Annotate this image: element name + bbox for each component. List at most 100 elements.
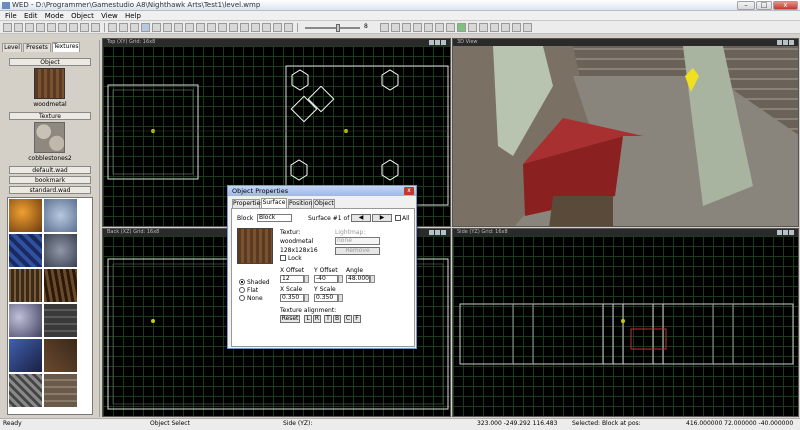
add-icon[interactable] (457, 23, 466, 32)
close-button[interactable]: x (773, 1, 798, 10)
xoffset-spinner[interactable] (304, 275, 309, 283)
align-center-button[interactable]: C (344, 315, 352, 323)
solid-icon[interactable] (273, 23, 282, 32)
sprite-icon[interactable] (435, 23, 444, 32)
unhide-icon[interactable] (512, 23, 521, 32)
tab-object[interactable]: Object (313, 199, 335, 208)
texture-tile[interactable] (9, 374, 42, 407)
texture-tile[interactable] (9, 269, 42, 302)
none-radio[interactable] (239, 295, 245, 301)
align-top-button[interactable]: T (324, 315, 332, 323)
ungroup-icon[interactable] (490, 23, 499, 32)
yscale-input[interactable]: 0.350 (314, 294, 338, 302)
texture-tile[interactable] (9, 199, 42, 232)
pan-icon[interactable] (218, 23, 227, 32)
shaded-radio[interactable] (239, 279, 245, 285)
build-icon[interactable] (108, 23, 117, 32)
vertex-icon[interactable] (185, 23, 194, 32)
menu-view[interactable]: View (101, 11, 118, 21)
maximize-button[interactable]: □ (756, 1, 772, 10)
grid-icon[interactable] (229, 23, 238, 32)
new-icon[interactable] (3, 23, 12, 32)
rotate-icon[interactable] (163, 23, 172, 32)
grid-slider[interactable] (305, 27, 360, 29)
wad-bookmark[interactable]: bookmark (9, 176, 91, 184)
texture-tile[interactable] (44, 199, 77, 232)
texture-tile[interactable] (44, 234, 77, 267)
tab-properties[interactable]: Properties (232, 199, 263, 208)
yscale-spinner[interactable] (338, 294, 343, 302)
surface-texture-preview[interactable] (237, 228, 273, 264)
center-icon[interactable] (251, 23, 260, 32)
texture-tile[interactable] (44, 339, 77, 372)
prev-surface-button[interactable]: ◀ (351, 214, 371, 222)
object-select-icon[interactable] (141, 23, 150, 32)
tab-position[interactable]: Position (288, 199, 312, 208)
minimize-button[interactable]: – (737, 1, 755, 10)
menu-file[interactable]: File (5, 11, 17, 21)
menu-mode[interactable]: Mode (45, 11, 64, 21)
texture-tile[interactable] (9, 339, 42, 372)
snap-icon[interactable] (240, 23, 249, 32)
sound-icon[interactable] (402, 23, 411, 32)
lightmap-input[interactable]: none (335, 237, 380, 245)
viewport-side[interactable]: Side (YZ) Grid: 16x8 (452, 228, 799, 417)
menu-object[interactable]: Object (71, 11, 94, 21)
wad-standard[interactable]: standard.wad (9, 186, 91, 194)
cut-icon[interactable] (36, 23, 45, 32)
texture-tile[interactable] (9, 304, 42, 337)
xscale-spinner[interactable] (304, 294, 309, 302)
lock-checkbox[interactable] (280, 255, 286, 261)
face-icon[interactable] (196, 23, 205, 32)
align-reset-button[interactable]: Reset (280, 315, 300, 323)
copy-icon[interactable] (47, 23, 56, 32)
tab-surface[interactable]: Surface (261, 198, 287, 208)
light-icon[interactable] (391, 23, 400, 32)
align-fit-button[interactable]: F (353, 315, 361, 323)
undo-icon[interactable] (69, 23, 78, 32)
prefab-icon[interactable] (468, 23, 477, 32)
scale-icon[interactable] (174, 23, 183, 32)
all-checkbox[interactable] (395, 215, 401, 221)
tab-presets[interactable]: Presets (23, 43, 51, 52)
align-right-button[interactable]: R (313, 315, 321, 323)
group-icon[interactable] (479, 23, 488, 32)
texture-tile[interactable] (44, 304, 77, 337)
hide-icon[interactable] (501, 23, 510, 32)
xscale-input[interactable]: 0.350 (280, 294, 304, 302)
yoffset-spinner[interactable] (338, 275, 343, 283)
xoffset-input[interactable]: 12 (280, 275, 304, 283)
redo-icon[interactable] (80, 23, 89, 32)
flat-radio[interactable] (239, 287, 245, 293)
menu-edit[interactable]: Edit (24, 11, 38, 21)
texture-tile[interactable] (9, 234, 42, 267)
delete-icon[interactable] (91, 23, 100, 32)
yoffset-input[interactable]: -40 (314, 275, 338, 283)
wad-default[interactable]: default.wad (9, 166, 91, 174)
texture-tile[interactable] (44, 269, 77, 302)
block-name-input[interactable]: Block (257, 214, 292, 222)
run-icon[interactable] (119, 23, 128, 32)
paste-icon[interactable] (58, 23, 67, 32)
next-surface-button[interactable]: ▶ (372, 214, 392, 222)
angle-spinner[interactable] (370, 275, 375, 283)
open-icon[interactable] (14, 23, 23, 32)
grid-slider-thumb[interactable] (336, 24, 340, 32)
tab-level[interactable]: Level (2, 43, 22, 52)
angle-input[interactable]: 48.000 (346, 275, 370, 283)
object-texture-thumb[interactable] (34, 68, 65, 99)
help-icon[interactable] (523, 23, 532, 32)
map-icon[interactable] (130, 23, 139, 32)
remove-lightmap-button[interactable]: Remove (335, 247, 380, 255)
texture-tile[interactable] (44, 374, 77, 407)
model-icon[interactable] (424, 23, 433, 32)
camera-icon[interactable] (380, 23, 389, 32)
textured-icon[interactable] (284, 23, 293, 32)
save-icon[interactable] (25, 23, 34, 32)
path-icon[interactable] (413, 23, 422, 32)
texture-thumb[interactable] (34, 122, 65, 153)
dialog-close-button[interactable]: x (404, 187, 414, 195)
align-left-button[interactable]: L (304, 315, 312, 323)
tab-textures[interactable]: Textures (52, 42, 80, 52)
move-icon[interactable] (152, 23, 161, 32)
